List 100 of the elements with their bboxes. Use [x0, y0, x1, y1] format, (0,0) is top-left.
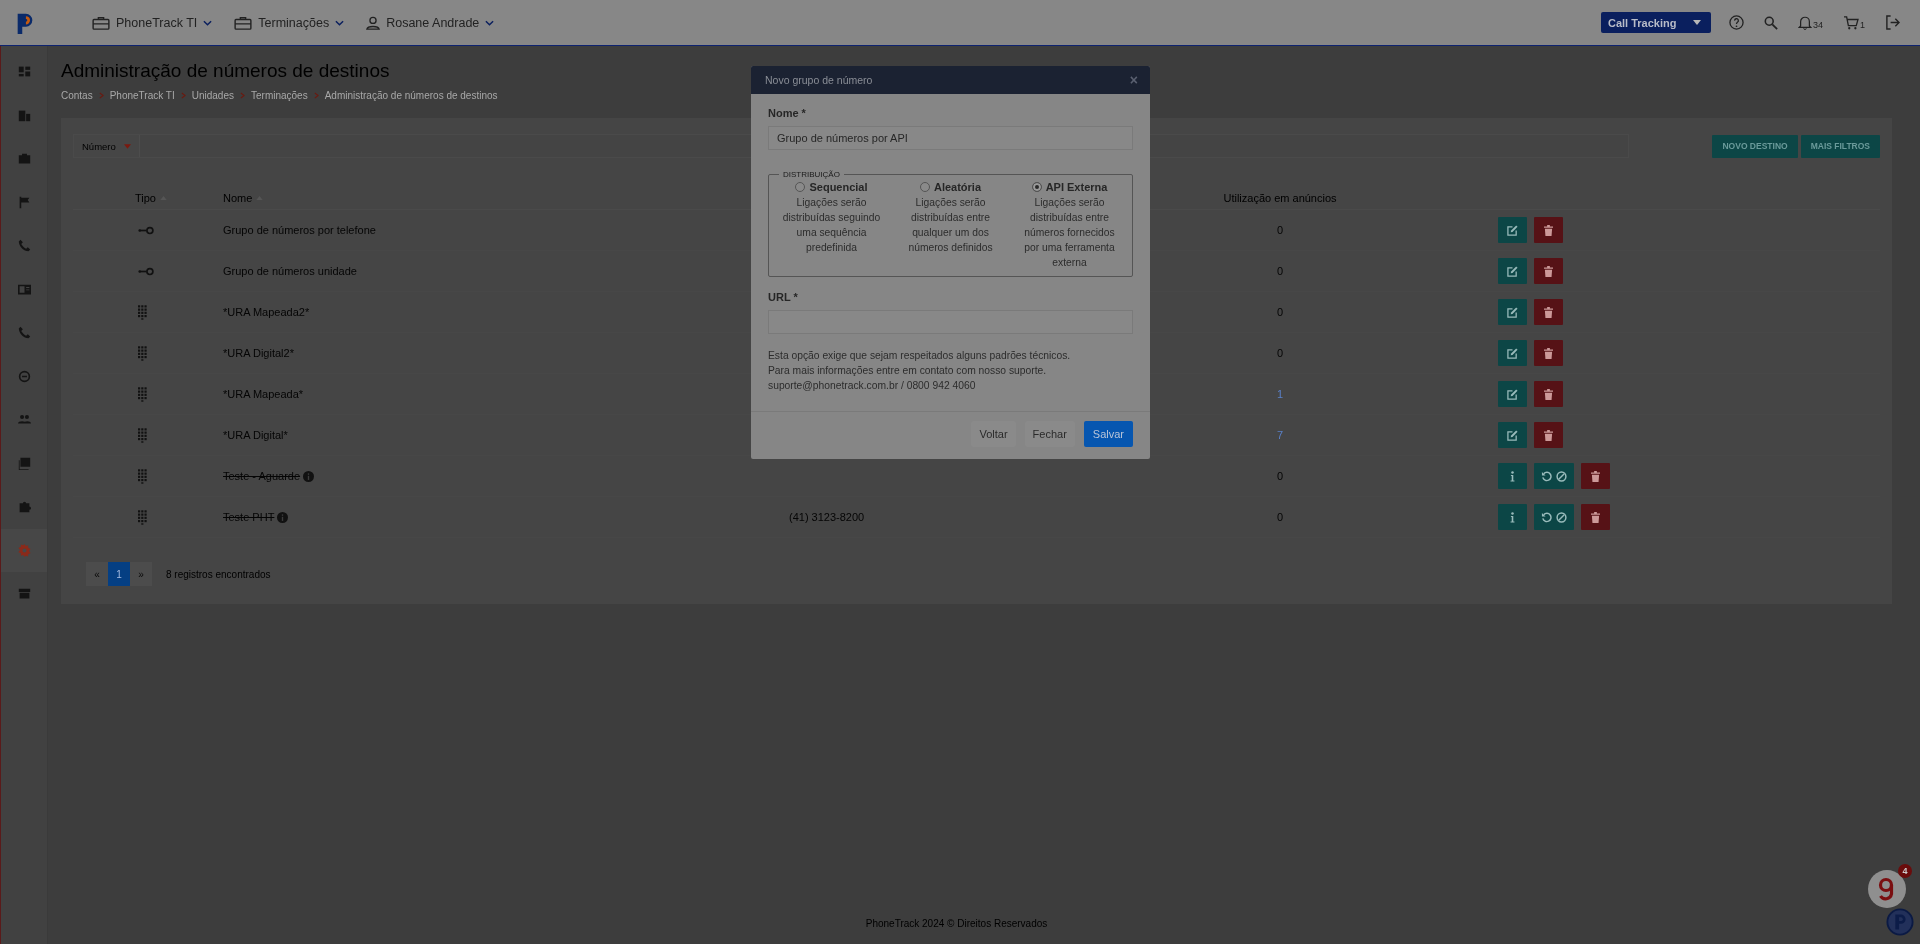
- breadcrumb-link[interactable]: PhoneTrack TI: [109, 90, 175, 101]
- trash-icon: [1591, 511, 1600, 523]
- breadcrumb-link[interactable]: Contas: [61, 90, 93, 101]
- trash-icon: [1544, 224, 1553, 236]
- next-page-button[interactable]: »: [130, 562, 152, 586]
- delete-button[interactable]: [1534, 258, 1563, 284]
- usage-link[interactable]: 1: [1276, 388, 1284, 400]
- edit-button[interactable]: [1498, 381, 1527, 407]
- option-label: Sequencial: [809, 181, 868, 193]
- edit-button[interactable]: [1498, 299, 1527, 325]
- previous-page-button[interactable]: «: [86, 562, 108, 586]
- info-button[interactable]: [1498, 463, 1527, 489]
- edit-button[interactable]: [1498, 422, 1527, 448]
- help-icon[interactable]: [1728, 15, 1744, 30]
- edit-icon: [1507, 388, 1518, 400]
- info-icon[interactable]: [277, 511, 289, 523]
- modal-title: Novo grupo de número: [765, 74, 873, 86]
- briefcase-icon: [234, 15, 253, 30]
- restore-button[interactable]: [1534, 463, 1574, 489]
- puzzle-icon: [17, 500, 31, 514]
- undo-icon: [1541, 470, 1552, 482]
- delete-button[interactable]: [1581, 463, 1610, 489]
- delete-button[interactable]: [1534, 381, 1563, 407]
- delete-button[interactable]: [1534, 299, 1563, 325]
- caret-icon: [1692, 20, 1701, 25]
- product-select[interactable]: Call Tracking: [1600, 12, 1711, 33]
- book-icon: [17, 456, 31, 470]
- trash-icon: [1544, 306, 1553, 318]
- notification-badge: 4: [1898, 864, 1912, 878]
- name-field[interactable]: Grupo de números por API: [768, 126, 1133, 150]
- edit-button[interactable]: [1498, 340, 1527, 366]
- delete-button[interactable]: [1534, 217, 1563, 243]
- filter-button[interactable]: MAIS FILTROS: [1800, 134, 1880, 158]
- delete-button[interactable]: [1534, 340, 1563, 366]
- trash-icon: [1544, 265, 1553, 277]
- option-label: API Externa: [1045, 181, 1108, 193]
- logout-icon[interactable]: [1885, 15, 1900, 30]
- block-icon: [1556, 511, 1567, 523]
- keypad-icon: [138, 345, 147, 361]
- breadcrumb-link[interactable]: Terminações: [251, 90, 308, 101]
- option-description: Ligações serão distribuídas entre qualquer um dos números definidos: [907, 196, 994, 255]
- nav-menu[interactable]: PhoneTrack TI: [92, 15, 213, 30]
- page-button[interactable]: 1: [108, 562, 130, 586]
- dialog-button[interactable]: Salvar: [1083, 421, 1133, 447]
- caret-icon: [123, 143, 131, 149]
- delete-button[interactable]: [1581, 504, 1610, 530]
- info-icon[interactable]: [303, 470, 315, 482]
- help-text: suporte@phonetrack.com.br / 0800 942 4060: [768, 379, 977, 393]
- store-icon: [17, 587, 31, 601]
- nav-menu[interactable]: Rosane Andrade: [366, 15, 495, 30]
- chevron-icon: [98, 92, 104, 99]
- field-label: URL *: [768, 291, 799, 303]
- search-icon[interactable]: [1763, 15, 1778, 30]
- notifications-button[interactable]: 34: [1797, 15, 1823, 30]
- block-icon: [1556, 470, 1567, 482]
- row-name: Grupo de números por telefone: [223, 224, 376, 236]
- edit-icon: [1507, 347, 1518, 359]
- info-icon: [1510, 470, 1515, 482]
- row-name: *URA Mapeada*: [223, 388, 304, 400]
- user-icon: [366, 15, 381, 30]
- chevron-icon: [180, 92, 186, 99]
- chevron-icon: [335, 19, 345, 26]
- info-icon: [1510, 511, 1515, 523]
- row-name: Teste PHT: [223, 511, 275, 523]
- keypad-icon: [138, 468, 147, 484]
- breadcrumb-link[interactable]: Administração de números de destinos: [324, 90, 498, 101]
- cart-icon: [1843, 15, 1859, 30]
- edit-button[interactable]: [1498, 217, 1527, 243]
- dialog-button[interactable]: Fechar: [1024, 421, 1075, 447]
- nav-menu[interactable]: Terminações: [234, 15, 345, 30]
- edit-button[interactable]: [1498, 258, 1527, 284]
- radio-button[interactable]: [1031, 182, 1042, 192]
- filter-button[interactable]: NOVO DESTINO: [1712, 134, 1798, 158]
- radio-button[interactable]: [795, 182, 806, 192]
- trash-icon: [1544, 429, 1553, 441]
- chevron-icon: [203, 19, 213, 26]
- briefcase-icon: [92, 15, 110, 30]
- info-button[interactable]: [1498, 504, 1527, 530]
- keypad-icon: [138, 509, 147, 525]
- field-label: Nome *: [768, 107, 807, 119]
- radio-button[interactable]: [919, 182, 930, 192]
- row-name: Teste - Aguarde: [223, 470, 301, 482]
- help-widget-button[interactable]: [1868, 870, 1906, 908]
- chevron-icon: [485, 19, 495, 26]
- undo-icon: [1541, 511, 1552, 523]
- help-text: Para mais informações entre em contato com nosso suporte.: [768, 364, 1048, 378]
- option-description: Ligações serão distribuídas entre números fornecidos por uma ferramenta externa: [1023, 196, 1116, 270]
- trash-icon: [1591, 470, 1600, 482]
- delete-button[interactable]: [1534, 422, 1563, 448]
- record-count: 8 registros encontrados: [166, 568, 271, 580]
- trash-icon: [1544, 388, 1553, 400]
- row-name: *URA Digital*: [223, 429, 288, 441]
- usage-link[interactable]: 7: [1276, 429, 1284, 441]
- cart-button[interactable]: 1: [1843, 15, 1865, 30]
- dialog-button[interactable]: Voltar: [971, 421, 1016, 447]
- breadcrumb-link[interactable]: Unidades: [191, 90, 234, 101]
- help-text: Esta opção exige que sejam respeitados alguns padrões técnicos.: [768, 349, 1072, 363]
- restore-button[interactable]: [1534, 504, 1574, 530]
- close-button[interactable]: ×: [1129, 72, 1138, 88]
- dash-icon: [17, 65, 31, 79]
